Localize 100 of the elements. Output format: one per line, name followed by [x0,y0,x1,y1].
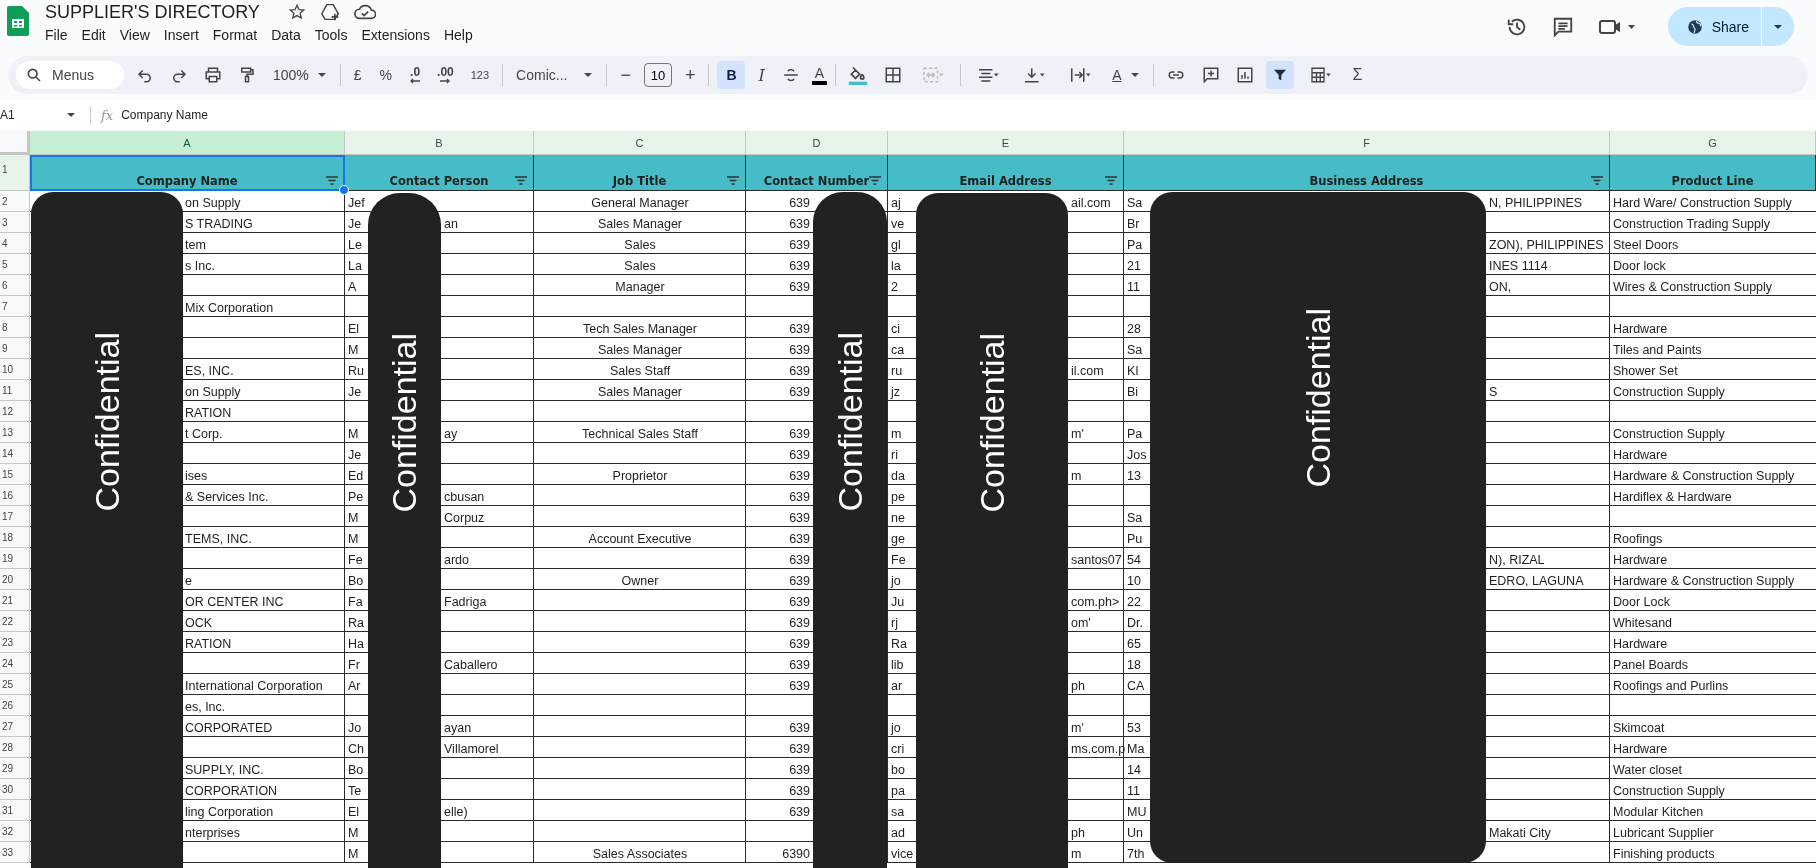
menu-item[interactable]: View [112,25,157,45]
menu-item[interactable]: Insert [156,25,206,45]
row-header[interactable]: 20 [0,569,30,590]
print-icon[interactable] [204,66,222,84]
number-format-button[interactable]: 123 [465,65,495,85]
percent-button[interactable]: % [374,63,398,87]
row-header[interactable]: 29 [0,758,30,779]
search-icon[interactable] [26,67,42,83]
increase-font-size-button[interactable]: + [679,60,701,90]
row-header[interactable]: 14 [0,443,30,464]
cloud-check-icon[interactable] [353,4,376,20]
row-header[interactable]: 10 [0,359,30,380]
text-color-button[interactable]: A [811,65,828,85]
column-header[interactable]: E [888,131,1124,155]
row-header[interactable]: 15 [0,464,30,485]
row-header[interactable]: 2 [0,191,30,212]
menu-item[interactable]: File [45,25,75,45]
currency-button[interactable]: £ [348,63,367,87]
star-icon[interactable] [287,3,306,21]
header-cell[interactable]: Contact Number [746,155,888,191]
filter-icon[interactable] [1105,176,1117,185]
table-cell: Hardware & Construction Supply [1613,469,1795,483]
filter-icon[interactable] [515,176,527,185]
header-cell[interactable]: Business Address [1124,155,1610,191]
row-header[interactable]: 18 [0,527,30,548]
font-dropdown[interactable]: Comic... [511,63,599,87]
row-header[interactable]: 13 [0,422,30,443]
menu-item[interactable]: Edit [74,25,113,45]
row-header[interactable]: 26 [0,695,30,716]
borders-icon[interactable] [884,66,903,84]
column-header[interactable]: D [746,131,888,155]
text-rotation-button[interactable]: A [1107,63,1145,87]
filter-button[interactable] [1265,61,1294,89]
row-header[interactable]: 21 [0,590,30,611]
row-header[interactable]: 3 [0,212,30,233]
row-header[interactable]: 16 [0,485,30,506]
italic-button[interactable]: I [753,61,770,89]
header-cell[interactable]: Email Address [888,155,1124,191]
row-header[interactable]: 12 [0,401,30,422]
row-header[interactable]: 25 [0,674,30,695]
menu-item[interactable]: Format [205,25,265,45]
name-box[interactable]: A1 [0,108,66,122]
bold-button[interactable]: B [717,61,746,89]
filter-icon[interactable] [869,176,881,185]
decrease-font-size-button[interactable]: − [615,60,636,90]
row-header[interactable]: 1 [0,155,30,191]
menu-search-field[interactable]: Menus [16,61,124,89]
filter-icon[interactable] [727,176,739,185]
row-header[interactable]: 31 [0,800,30,821]
table-cell-text: El [348,805,361,819]
fill-color-icon[interactable] [848,65,869,85]
row-header[interactable]: 19 [0,548,30,569]
row-header[interactable]: 30 [0,779,30,800]
menu-item[interactable]: Tools [307,25,355,45]
row-header[interactable]: 23 [0,632,30,653]
formula-field[interactable]: Company Name [121,108,208,122]
document-title[interactable]: SUPPLIER'S DIRECTORY [45,1,260,23]
header-cell[interactable]: Job Title [534,155,746,191]
add-comment-icon[interactable] [1201,66,1220,84]
row-header[interactable]: 9 [0,338,30,359]
row-header[interactable]: 4 [0,233,30,254]
column-header[interactable]: G [1610,131,1816,155]
sheets-logo-icon[interactable] [7,6,29,36]
table-cell: Technical Sales Staff [582,427,698,441]
strikethrough-icon[interactable] [781,66,800,84]
row-header[interactable]: 32 [0,821,30,842]
column-header[interactable]: A [30,131,345,155]
filter-icon[interactable] [326,176,338,185]
column-header[interactable]: C [534,131,746,155]
zoom-dropdown[interactable]: 100% [268,63,332,87]
row-header[interactable]: 33 [0,842,30,863]
decrease-decimal-button[interactable]: .0 [405,66,426,84]
row-header[interactable]: 24 [0,653,30,674]
table-cell-text: ardo [444,553,471,567]
row-header[interactable]: 11 [0,380,30,401]
header-cell[interactable]: Product Line [1610,155,1816,191]
functions-button[interactable]: Σ [1347,62,1368,88]
comment-icon[interactable] [1551,15,1574,38]
filter-icon[interactable] [1591,176,1603,185]
row-header[interactable]: 17 [0,506,30,527]
caret-icon[interactable] [66,112,76,118]
row-header[interactable]: 28 [0,737,30,758]
font-size-field[interactable]: 10 [643,63,672,87]
column-header[interactable]: B [345,131,534,155]
paint-format-icon[interactable] [238,66,256,84]
table-cell-text: Je [348,448,363,462]
header-cell[interactable]: Contact Person [345,155,534,191]
menu-item[interactable]: Extensions [354,25,437,45]
share-button[interactable]: Share [1667,7,1761,46]
column-header[interactable]: F [1124,131,1610,155]
increase-decimal-button[interactable]: .00 [433,66,458,84]
row-header[interactable]: 6 [0,275,30,296]
menu-item[interactable]: Help [436,25,480,45]
menu-item[interactable]: Data [264,25,308,45]
row-header[interactable]: 7 [0,296,30,317]
row-header[interactable]: 22 [0,611,30,632]
chart-icon[interactable] [1235,66,1254,84]
row-header[interactable]: 27 [0,716,30,737]
row-header[interactable]: 5 [0,254,30,275]
row-header[interactable]: 8 [0,317,30,338]
